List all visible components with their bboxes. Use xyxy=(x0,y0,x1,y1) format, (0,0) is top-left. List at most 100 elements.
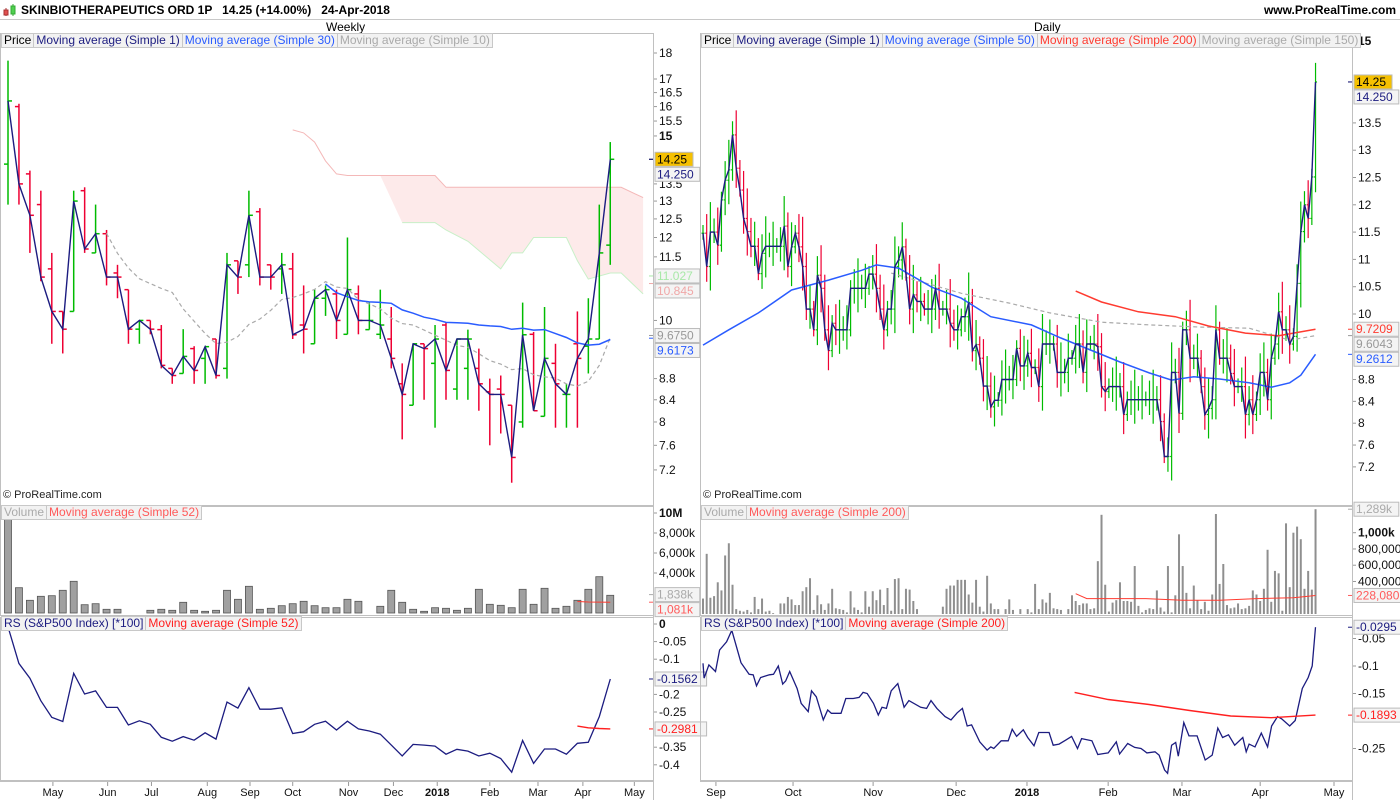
price-bar xyxy=(58,310,67,354)
price-bar xyxy=(1103,362,1107,412)
value-badge-label: -0.1562 xyxy=(657,672,698,686)
axis-tick-label: 12 xyxy=(1358,198,1372,212)
legend-ma10[interactable]: Moving average (Simple 10) xyxy=(338,34,492,47)
price-bar xyxy=(1136,386,1140,411)
axis-tick-label: 600,000 xyxy=(1358,558,1400,572)
x-tick-label: Mar xyxy=(1172,787,1191,799)
legend-ma30[interactable]: Moving average (Simple 30) xyxy=(183,34,338,47)
volume-bar xyxy=(971,602,974,614)
legend-volume-ma200[interactable]: Moving average (Simple 200) xyxy=(747,506,908,519)
legend-rs-ma52[interactable]: Moving average (Simple 52) xyxy=(146,617,300,630)
volume-bar xyxy=(1052,608,1055,614)
volume-bar xyxy=(179,601,188,614)
volume-bar xyxy=(801,591,804,614)
value-badge-label: -0.0295 xyxy=(1356,620,1397,634)
legend-rs[interactable]: RS (S&P500 Index) [*100] xyxy=(2,617,147,630)
volume-bar xyxy=(853,607,856,614)
volume-bar xyxy=(827,603,830,614)
price-bar xyxy=(1192,344,1196,370)
chart-canvas[interactable]: 18 1716.51615.515 13.5 13 12.5 12 11.5 10 8.8 8.4… xyxy=(0,0,1400,800)
volume-bar xyxy=(952,585,955,614)
volume-bar xyxy=(1141,612,1144,614)
volume-bar xyxy=(332,607,341,614)
volume-bar xyxy=(266,607,275,614)
volume-bar xyxy=(47,595,56,614)
volume-bar xyxy=(790,599,793,614)
legend-ma50[interactable]: Moving average (Simple 50) xyxy=(883,34,1038,47)
x-tick-label: Apr xyxy=(574,787,591,799)
volume-bar xyxy=(277,605,286,614)
volume-bar xyxy=(727,543,730,614)
volume-bar xyxy=(80,604,89,614)
volume-bar xyxy=(1229,608,1232,614)
legend-volume[interactable]: Volume xyxy=(702,506,748,519)
price-bar xyxy=(36,190,45,282)
value-badge-label: 14.25 xyxy=(657,152,687,166)
price-bar xyxy=(841,316,845,341)
legend-price[interactable]: Price xyxy=(2,34,35,47)
price-plot[interactable] xyxy=(4,60,644,483)
volume-bar xyxy=(1045,602,1048,614)
price-bar xyxy=(1133,369,1137,424)
legend-rs-ma200[interactable]: Moving average (Simple 200) xyxy=(846,617,1007,630)
legend-ma1[interactable]: Moving average (Simple 1) xyxy=(734,34,883,47)
legend-volume[interactable]: Volume xyxy=(2,506,48,519)
volume-bar xyxy=(474,588,483,614)
volume-bar xyxy=(1200,609,1203,614)
volume-bar xyxy=(244,585,253,614)
price-bar xyxy=(1243,356,1247,439)
volume-bar xyxy=(376,605,385,614)
axis-tick-label: 12.5 xyxy=(1358,171,1382,185)
price-bar xyxy=(420,343,429,400)
price-bar xyxy=(948,279,952,348)
price-bar xyxy=(1055,324,1059,388)
axis-tick-label: -0.2 xyxy=(659,687,680,701)
axis-tick-label: 11 xyxy=(1358,252,1371,266)
volume-bar xyxy=(742,611,745,614)
cloud-area xyxy=(292,129,644,294)
axis-tick-label: -0.35 xyxy=(659,740,687,754)
price-bar xyxy=(343,237,352,336)
volume-bar xyxy=(1041,599,1044,614)
rs-plot[interactable] xyxy=(702,627,1317,775)
daily-copyright: © ProRealTime.com xyxy=(703,489,802,501)
legend-volume-ma52[interactable]: Moving average (Simple 52) xyxy=(47,506,201,519)
volume-bar xyxy=(573,599,582,614)
axis-tick-label: 7.2 xyxy=(1358,460,1375,474)
volume-bar xyxy=(1288,587,1291,614)
volume-bar xyxy=(1037,609,1040,614)
legend-price[interactable]: Price xyxy=(702,34,735,47)
weekly-copyright: © ProRealTime.com xyxy=(3,489,102,501)
legend-rs[interactable]: RS (S&P500 Index) [*100] xyxy=(702,617,847,630)
axis-tick-label: 6,000k xyxy=(659,546,696,560)
volume-bar xyxy=(420,610,429,614)
volume-bar xyxy=(738,610,741,614)
price-bar xyxy=(47,252,56,344)
volume-bar xyxy=(1178,534,1181,614)
volume-bar xyxy=(794,605,797,614)
price-pane-frame xyxy=(0,33,654,506)
volume-plot[interactable] xyxy=(702,509,1317,614)
volume-bar xyxy=(960,579,963,614)
x-tick-label: Jun xyxy=(99,787,117,799)
axis-tick-label: 12 xyxy=(659,230,673,244)
volume-bar xyxy=(731,584,734,614)
ma1-close-line xyxy=(7,100,611,458)
axis-tick-label: 4,000k xyxy=(659,566,696,580)
price-plot[interactable] xyxy=(701,62,1318,481)
x-tick-label: Oct xyxy=(784,787,801,799)
legend-ma200[interactable]: Moving average (Simple 200) xyxy=(1038,34,1200,47)
price-bar xyxy=(941,300,945,316)
price-bar xyxy=(834,304,838,346)
volume-plot[interactable] xyxy=(4,507,615,614)
rs-plot[interactable] xyxy=(7,626,611,774)
price-bar xyxy=(882,284,886,350)
axis-tick-label: 18 xyxy=(659,46,673,60)
volume-bar xyxy=(1030,612,1033,614)
volume-bar xyxy=(529,603,538,614)
volume-bar xyxy=(768,610,771,614)
legend-ma150[interactable]: Moving average (Simple 150) xyxy=(1200,34,1361,47)
legend-ma1[interactable]: Moving average (Simple 1) xyxy=(34,34,183,47)
price-bar xyxy=(1015,340,1019,387)
volume-bar xyxy=(1240,609,1243,614)
